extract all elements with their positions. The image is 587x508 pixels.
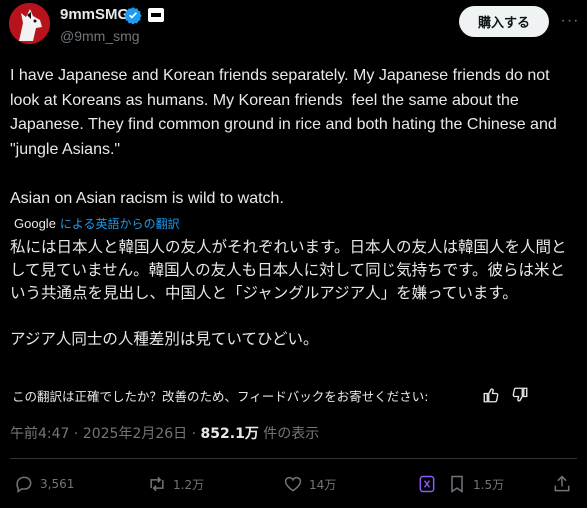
bookmark-count: 1.5万 [473, 477, 505, 492]
repost-count: 1.2万 [173, 477, 205, 492]
grok-icon [419, 475, 435, 493]
like-count: 14万 [309, 477, 337, 492]
meta-separator: · [191, 426, 197, 442]
thumbs-down-icon[interactable] [511, 386, 529, 404]
reply-button[interactable]: 3,561 [14, 472, 74, 496]
thumbs-up-icon[interactable] [482, 386, 500, 404]
translation-source-link[interactable]: による英語からの翻訳 [60, 217, 180, 231]
subscribe-button[interactable]: 購入する [459, 6, 549, 37]
repost-button[interactable]: 1.2万 [147, 472, 204, 496]
tweet-header: 9mmSMG @9mm_smg 購入する ··· [0, 0, 587, 56]
more-options-icon[interactable]: ··· [558, 10, 582, 32]
verified-badge-icon [124, 7, 142, 24]
google-label: Google [14, 216, 56, 231]
views-label: 件の表示 [263, 426, 320, 442]
repost-icon [150, 476, 164, 492]
bookmark-button[interactable]: 1.5万 [447, 472, 504, 496]
bookmark-icon [451, 475, 463, 493]
handle[interactable]: @9mm_smg [60, 28, 140, 44]
tweet-metadata: 午前4:47 · 2025年2月26日 · 852.1万 件の表示 [10, 423, 319, 443]
views-count: 852.1万 [200, 426, 259, 442]
tweet-date[interactable]: 2025年2月26日 [83, 426, 187, 442]
avatar-horse-icon [9, 3, 50, 44]
translation-attribution: Google による英語からの翻訳 [14, 215, 180, 232]
heart-icon [284, 476, 302, 492]
reply-count: 3,561 [40, 477, 75, 491]
share-icon [554, 475, 570, 492]
reply-icon [16, 476, 32, 493]
grok-button[interactable] [417, 472, 443, 496]
share-button[interactable] [552, 472, 578, 496]
tweet-time[interactable]: 午前4:47 [10, 426, 69, 442]
divider [10, 458, 577, 459]
translated-text: 私には日本人と韓国人の友人がそれぞれいます。日本人の友人は韓国人を人間として見て… [10, 238, 567, 348]
like-button[interactable]: 14万 [283, 472, 336, 496]
display-name[interactable]: 9mmSMG [60, 6, 129, 23]
affiliate-badge-icon[interactable] [148, 8, 164, 22]
meta-separator: · [73, 426, 79, 442]
avatar[interactable] [9, 3, 50, 44]
tweet-text: I have Japanese and Korean friends separ… [10, 67, 557, 207]
translation-feedback-prompt: この翻訳は正確でしたか？改善のため、フィードバックをお寄せください: [12, 389, 429, 404]
